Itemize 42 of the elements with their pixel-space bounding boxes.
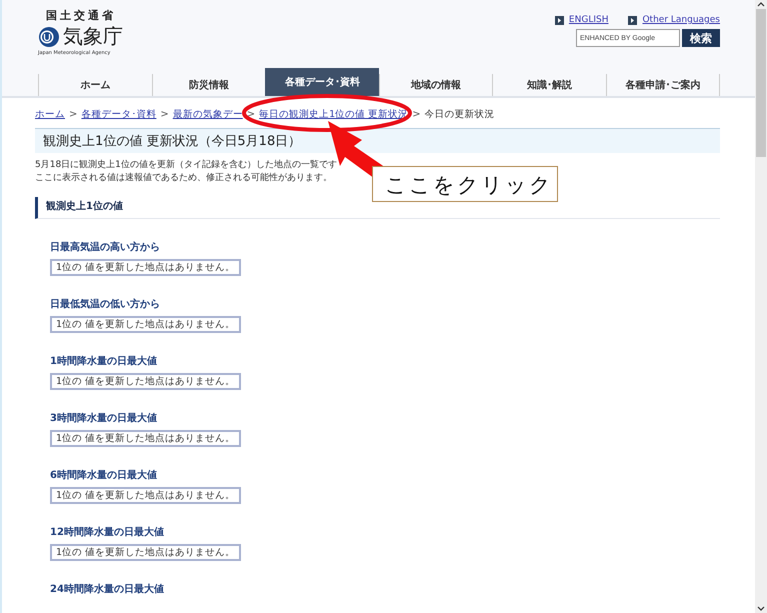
record-title: 24時間降水量の日最大値 bbox=[50, 583, 165, 597]
logo-icon bbox=[38, 26, 60, 48]
scroll-up-icon[interactable] bbox=[757, 2, 765, 7]
record-message: 1位の 値を更新した地点はありません。 bbox=[50, 373, 242, 390]
record-title: 日最低気温の低い方から bbox=[50, 298, 161, 312]
arrow-icon bbox=[628, 16, 638, 24]
record-title: 1時間降水量の日最大値 bbox=[50, 355, 158, 369]
breadcrumb-separator: > bbox=[160, 108, 169, 120]
record-title: 12時間降水量の日最大値 bbox=[50, 526, 165, 540]
breadcrumb-link[interactable]: ホーム bbox=[35, 108, 65, 120]
intro-text: 5月18日に観測史上1位の値を更新（タイ記録を含む）した地点の一覧です bbox=[35, 159, 338, 172]
intro-text: ここに表示される値は速報値であるため、修正される可能性があります。 bbox=[35, 172, 333, 185]
search-button[interactable]: 検索 bbox=[682, 29, 720, 47]
nav-tab[interactable]: 知識･解説 bbox=[492, 74, 606, 96]
breadcrumb-separator: > bbox=[412, 108, 421, 120]
breadcrumb-separator: > bbox=[69, 108, 78, 120]
scrollbar[interactable] bbox=[755, 0, 767, 613]
breadcrumb-separator: > bbox=[246, 108, 256, 120]
record-message: 1位の 値を更新した地点はありません。 bbox=[50, 487, 242, 504]
record-title: 日最高気温の高い方から bbox=[50, 241, 161, 255]
arrow-icon bbox=[554, 16, 564, 24]
breadcrumb-link[interactable]: 各種データ･資料 bbox=[81, 108, 156, 120]
page-title: 観測史上1位の値 更新状況（今日5月18日） bbox=[35, 128, 720, 153]
nav-tab[interactable]: 地域の情報 bbox=[378, 74, 492, 96]
language-link[interactable]: Other Languages bbox=[642, 15, 720, 25]
breadcrumb-current: 今日の更新状況 bbox=[424, 108, 495, 120]
callout-label: ここをクリック bbox=[372, 166, 558, 202]
ministry-name: 国土交通省 bbox=[46, 8, 116, 23]
record-title: 3時間降水量の日最大値 bbox=[50, 412, 158, 426]
record-message: 1位の 値を更新した地点はありません。 bbox=[50, 544, 242, 561]
record-message: 1位の 値を更新した地点はありません。 bbox=[50, 259, 242, 276]
record-title: 6時間降水量の日最大値 bbox=[50, 469, 158, 483]
nav-tab[interactable]: 各種データ･資料 bbox=[265, 68, 378, 96]
language-link[interactable]: ENGLISH bbox=[568, 15, 608, 25]
breadcrumb-link[interactable]: 最新の気象デー bbox=[172, 108, 243, 120]
scrollbar-thumb[interactable] bbox=[756, 9, 766, 157]
scroll-down-icon[interactable] bbox=[757, 606, 765, 611]
agency-name: 気象庁 bbox=[63, 23, 123, 50]
record-message: 1位の 値を更新した地点はありません。 bbox=[50, 316, 242, 333]
nav-tab[interactable]: ホーム bbox=[38, 74, 152, 96]
nav-tab[interactable]: 各種申請･ご案内 bbox=[606, 74, 720, 96]
record-message: 1位の 値を更新した地点はありません。 bbox=[50, 430, 242, 447]
